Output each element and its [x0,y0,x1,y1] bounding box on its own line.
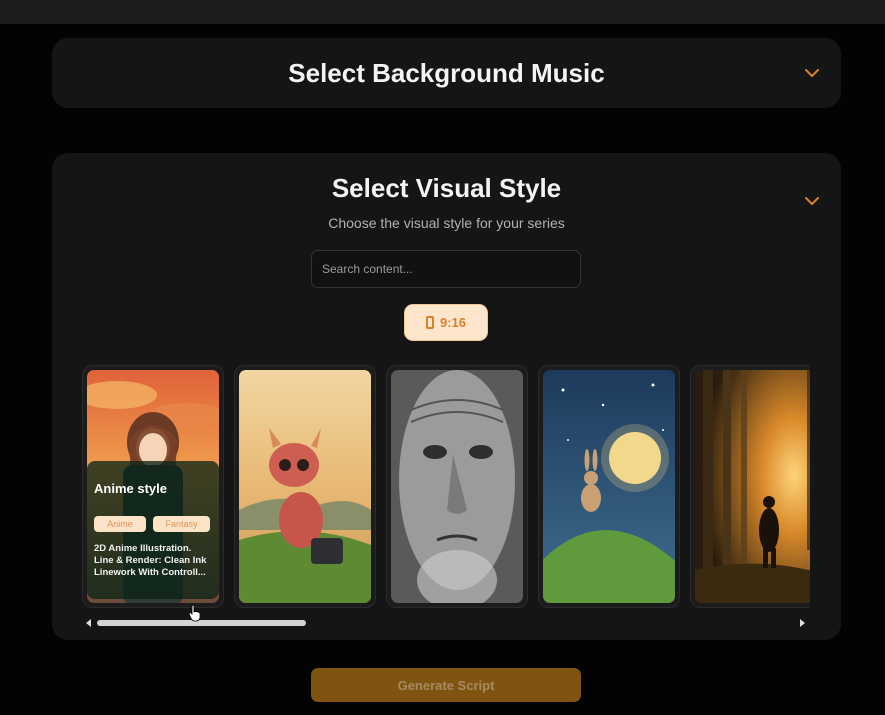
style-card-description: 2D Anime Illustration. Line & Render: Cl… [94,543,207,578]
style-carousel[interactable]: Anime style Anime Fantasy 2D Anime Illus… [82,365,810,610]
style-card-info-overlay: Anime style Anime Fantasy 2D Anime Illus… [87,461,219,599]
forest-sunset-samurai-image [695,370,810,603]
style-card-portrait[interactable] [386,365,528,608]
style-card-title: Anime style [94,481,167,496]
hand-cursor-icon [188,604,201,622]
style-card-rabbit[interactable] [538,365,680,608]
scroll-right-arrow-icon[interactable] [800,619,805,627]
tag-badge: Fantasy [153,516,210,532]
aspect-ratio-button[interactable]: 9:16 [405,305,487,340]
generate-script-button[interactable]: Generate Script [311,668,581,702]
style-card-anime[interactable]: Anime style Anime Fantasy 2D Anime Illus… [82,365,224,608]
tag-badge: Anime [94,516,146,532]
visual-style-title: Select Visual Style [331,173,562,203]
style-card-forest[interactable] [690,365,810,608]
background-music-section[interactable]: Select Background Music [52,38,841,108]
phone-icon [425,316,434,329]
style-card-dragon[interactable] [234,365,376,608]
pencil-portrait-old-man-image [391,370,523,603]
chevron-down-icon[interactable] [804,193,820,209]
cartoon-dragon-image [239,370,371,603]
visual-style-section: Select Visual Style Choose the visual st… [52,153,841,640]
search-input[interactable] [311,250,581,288]
rabbit-moon-hill-image [543,370,675,603]
top-bar [0,0,885,24]
visual-style-subtitle: Choose the visual style for your series [328,215,565,231]
background-music-title: Select Background Music [288,58,605,88]
aspect-ratio-label: 9:16 [439,315,467,330]
scroll-left-arrow-icon[interactable] [86,619,91,627]
chevron-down-icon[interactable] [804,65,820,81]
